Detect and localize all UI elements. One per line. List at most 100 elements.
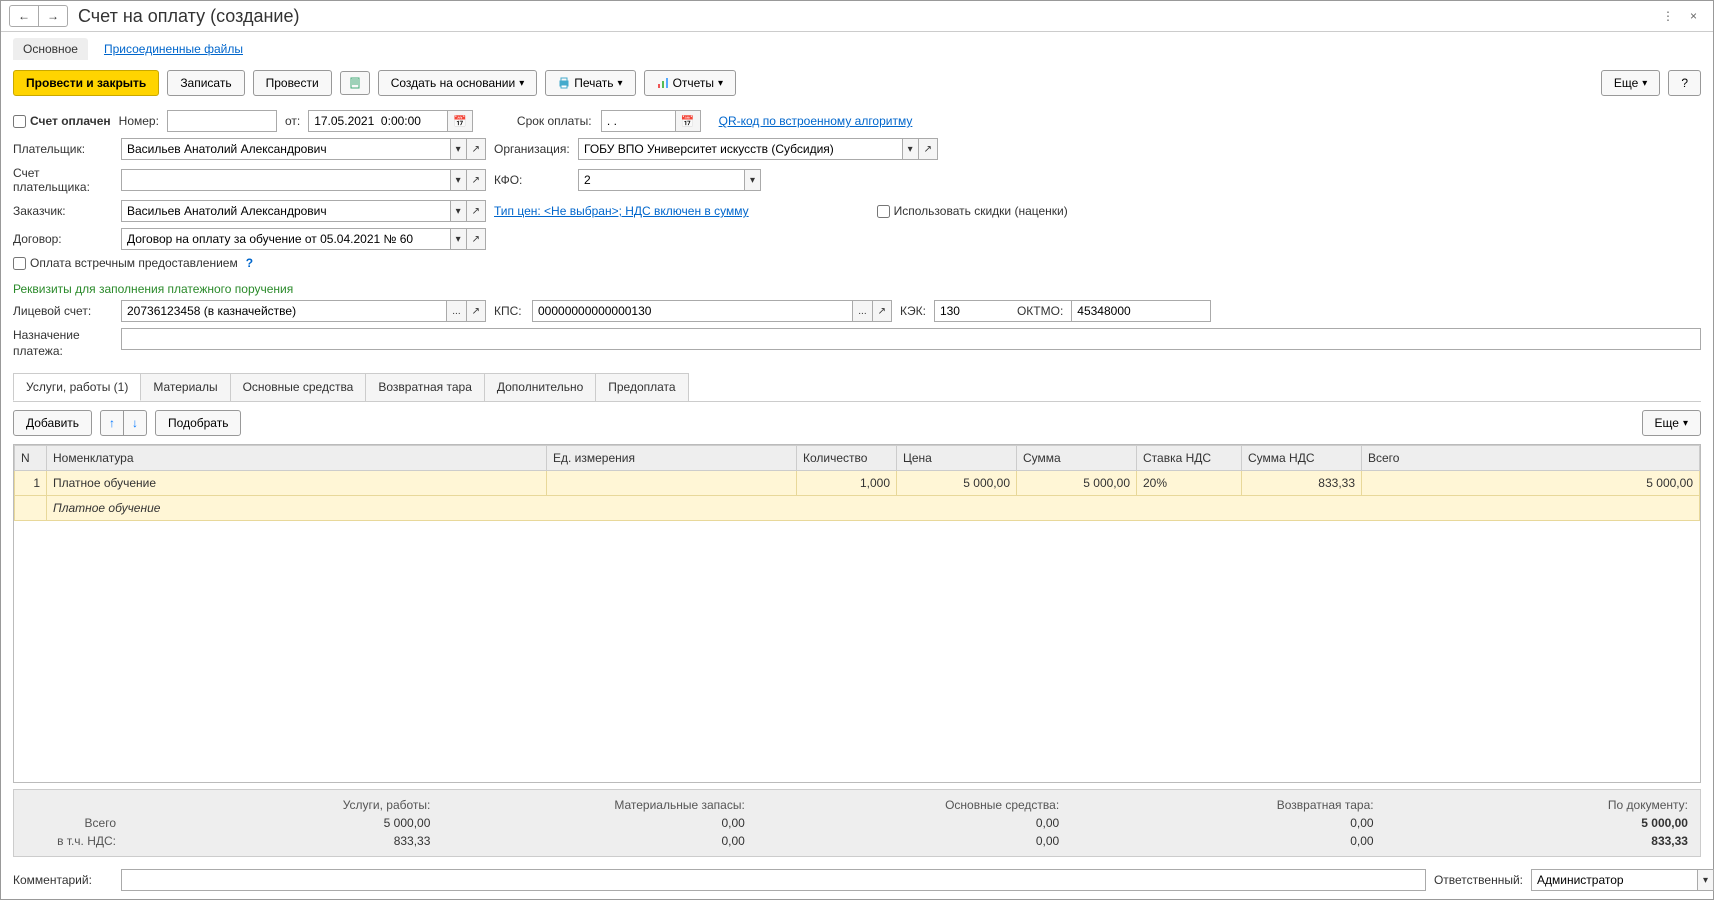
payer-dropdown-icon[interactable]: ▾ — [451, 138, 467, 160]
discounts-checkbox-input[interactable] — [877, 205, 890, 218]
help-icon[interactable]: ? — [246, 256, 253, 270]
number-label: Номер: — [119, 114, 159, 128]
sum-assets-vat: 0,00 — [765, 834, 1059, 848]
due-date-input[interactable] — [601, 110, 676, 132]
payer-account-dropdown-icon[interactable]: ▾ — [451, 169, 467, 191]
close-icon[interactable]: × — [1682, 5, 1705, 27]
tab-materials[interactable]: Материалы — [140, 373, 230, 401]
col-qty[interactable]: Количество — [797, 446, 897, 471]
move-down-button[interactable]: ↓ — [124, 410, 147, 436]
cell-sum[interactable]: 5 000,00 — [1017, 471, 1137, 496]
contract-open-icon[interactable]: ↗ — [467, 228, 486, 250]
tab-more-button[interactable]: Еще — [1642, 410, 1701, 436]
cell-n[interactable]: 1 — [15, 471, 47, 496]
payer-account-open-icon[interactable]: ↗ — [467, 169, 486, 191]
tab-additional[interactable]: Дополнительно — [484, 373, 596, 401]
cell-vat-sum[interactable]: 833,33 — [1242, 471, 1362, 496]
tab-services[interactable]: Услуги, работы (1) — [13, 373, 141, 401]
forward-button[interactable]: → — [38, 6, 67, 26]
number-input[interactable] — [167, 110, 277, 132]
cell-nomenclature[interactable]: Платное обучение — [47, 471, 547, 496]
sum-doc-total: 5 000,00 — [1394, 816, 1688, 830]
payer-open-icon[interactable]: ↗ — [467, 138, 486, 160]
tab-returnable[interactable]: Возвратная тара — [365, 373, 485, 401]
reports-button[interactable]: Отчеты — [644, 70, 737, 96]
purpose-input[interactable] — [121, 328, 1701, 350]
paid-checkbox-input[interactable] — [13, 115, 26, 128]
date-picker-icon[interactable] — [448, 110, 473, 132]
col-total[interactable]: Всего — [1362, 446, 1700, 471]
col-vat-rate[interactable]: Ставка НДС — [1137, 446, 1242, 471]
org-input[interactable] — [578, 138, 903, 160]
cell-total[interactable]: 5 000,00 — [1362, 471, 1700, 496]
tab-attached-files[interactable]: Присоединенные файлы — [102, 38, 245, 60]
counter-payment-checkbox[interactable]: Оплата встречным предоставлением — [13, 256, 238, 270]
col-n[interactable]: N — [15, 446, 47, 471]
personal-account-select-icon[interactable]: ... — [447, 300, 466, 322]
col-price[interactable]: Цена — [897, 446, 1017, 471]
due-date-picker-icon[interactable] — [676, 110, 701, 132]
date-input[interactable] — [308, 110, 448, 132]
pick-button[interactable]: Подобрать — [155, 410, 241, 436]
kfo-dropdown-icon[interactable]: ▾ — [745, 169, 761, 191]
reports-label: Отчеты — [673, 76, 714, 90]
kps-open-icon[interactable]: ↗ — [873, 300, 892, 322]
personal-account-open-icon[interactable]: ↗ — [467, 300, 486, 322]
table-row[interactable]: 1 Платное обучение 1,000 5 000,00 5 000,… — [15, 471, 1700, 496]
table-sub-row[interactable]: Платное обучение — [15, 496, 1700, 521]
org-dropdown-icon[interactable]: ▾ — [903, 138, 919, 160]
org-open-icon[interactable]: ↗ — [919, 138, 938, 160]
price-type-link[interactable]: Тип цен: <Не выбран>; НДС включен в сумм… — [494, 204, 749, 218]
kfo-input[interactable] — [578, 169, 745, 191]
back-button[interactable]: ← — [10, 6, 38, 26]
menu-icon[interactable]: ⋮ — [1654, 5, 1682, 27]
payer-input[interactable] — [121, 138, 451, 160]
comment-input[interactable] — [121, 869, 1426, 891]
col-vat-sum[interactable]: Сумма НДС — [1242, 446, 1362, 471]
kps-select-icon[interactable]: ... — [853, 300, 872, 322]
discounts-checkbox[interactable]: Использовать скидки (наценки) — [877, 204, 1068, 218]
counter-payment-checkbox-input[interactable] — [13, 257, 26, 270]
qr-code-link[interactable]: QR-код по встроенному алгоритму — [719, 114, 913, 128]
kps-input[interactable] — [532, 300, 853, 322]
post-and-close-button[interactable]: Провести и закрыть — [13, 70, 159, 96]
create-based-button[interactable]: Создать на основании — [378, 70, 538, 96]
sum-h-doc: По документу: — [1394, 798, 1688, 812]
contract-dropdown-icon[interactable]: ▾ — [451, 228, 467, 250]
col-nomenclature[interactable]: Номенклатура — [47, 446, 547, 471]
payer-account-input[interactable] — [121, 169, 451, 191]
oktmo-input[interactable] — [1071, 300, 1211, 322]
post-button[interactable]: Провести — [253, 70, 332, 96]
paid-checkbox[interactable]: Счет оплачен — [13, 114, 111, 128]
customer-input[interactable] — [121, 200, 451, 222]
customer-dropdown-icon[interactable]: ▾ — [451, 200, 467, 222]
col-sum[interactable]: Сумма — [1017, 446, 1137, 471]
personal-account-input[interactable] — [121, 300, 447, 322]
move-up-button[interactable]: ↑ — [100, 410, 124, 436]
cell-price[interactable]: 5 000,00 — [897, 471, 1017, 496]
cell-unit[interactable] — [547, 471, 797, 496]
print-button[interactable]: Печать — [545, 70, 635, 96]
save-button[interactable]: Записать — [167, 70, 244, 96]
col-unit[interactable]: Ед. измерения — [547, 446, 797, 471]
add-button[interactable]: Добавить — [13, 410, 92, 436]
contract-label: Договор: — [13, 232, 113, 246]
kfo-label: КФО: — [494, 173, 570, 187]
cell-qty[interactable]: 1,000 — [797, 471, 897, 496]
tab-prepay[interactable]: Предоплата — [595, 373, 688, 401]
responsible-dropdown-icon[interactable]: ▾ — [1698, 869, 1714, 891]
help-button[interactable]: ? — [1668, 70, 1701, 96]
more-button[interactable]: Еще — [1601, 70, 1660, 96]
sum-h-assets: Основные средства: — [765, 798, 1059, 812]
services-table: N Номенклатура Ед. измерения Количество … — [13, 444, 1701, 783]
responsible-input[interactable] — [1531, 869, 1698, 891]
tab-assets[interactable]: Основные средства — [230, 373, 367, 401]
tab-main[interactable]: Основное — [13, 38, 88, 60]
structure-button[interactable] — [340, 71, 370, 95]
from-label: от: — [285, 114, 300, 128]
cell-vat-rate[interactable]: 20% — [1137, 471, 1242, 496]
contract-input[interactable] — [121, 228, 451, 250]
main-toolbar: Провести и закрыть Записать Провести Соз… — [1, 60, 1713, 106]
customer-open-icon[interactable]: ↗ — [467, 200, 486, 222]
cell-sub-text[interactable]: Платное обучение — [47, 496, 1700, 521]
